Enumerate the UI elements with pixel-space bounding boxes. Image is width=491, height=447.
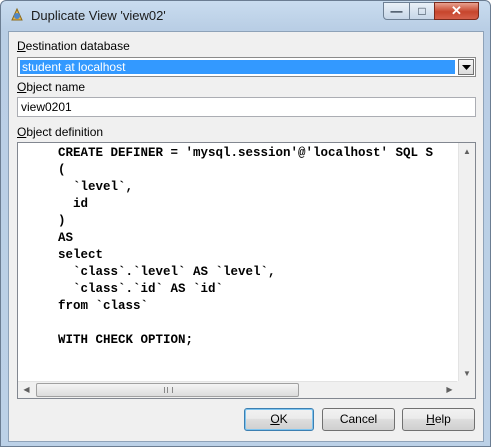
minimize-button[interactable]: — — [383, 2, 410, 20]
scroll-down-icon[interactable]: ▼ — [459, 365, 475, 382]
ok-accel: O — [270, 412, 280, 426]
scroll-right-icon[interactable]: ▶ — [441, 382, 458, 398]
code-line: WITH CHECK OPTION; — [58, 333, 194, 347]
close-icon: ✕ — [451, 3, 462, 18]
maximize-button[interactable]: □ — [409, 2, 435, 20]
code-line: from `class` — [58, 299, 149, 313]
horizontal-scroll-thumb[interactable] — [36, 383, 299, 397]
code-line: id — [58, 197, 89, 211]
code-line: `class`.`level` AS `level`, — [58, 265, 276, 279]
sql-code: CREATE DEFINER = 'mysql.session'@'localh… — [58, 145, 433, 349]
object-name-label: Object name — [17, 80, 85, 94]
object-definition-label-text: bject definition — [26, 125, 104, 139]
destination-database-value: student at localhost — [20, 60, 455, 74]
dialog-window: Duplicate View 'view02' — □ ✕ Destinatio… — [0, 0, 491, 447]
scroll-up-icon[interactable]: ▲ — [459, 143, 475, 160]
code-line: ) — [58, 214, 66, 228]
code-line: `level`, — [58, 180, 134, 194]
vertical-scrollbar[interactable]: ▲ ▼ — [458, 143, 475, 382]
object-definition-editor[interactable]: CREATE DEFINER = 'mysql.session'@'localh… — [17, 142, 476, 399]
object-name-label-text: bject name — [26, 80, 86, 94]
maximize-icon: □ — [418, 4, 426, 18]
dropdown-button[interactable] — [458, 59, 474, 75]
ok-button[interactable]: OK — [244, 408, 314, 431]
object-name-input[interactable]: view0201 — [17, 97, 476, 117]
horizontal-scrollbar[interactable]: ◀ ▶ — [18, 381, 458, 398]
code-line: ( — [58, 163, 66, 177]
object-name-label-accel: O — [17, 80, 27, 94]
title-bar[interactable]: Duplicate View 'view02' — □ ✕ — [1, 1, 490, 31]
help-label: elp — [434, 412, 451, 426]
cancel-button[interactable]: Cancel — [322, 408, 395, 431]
destination-database-label: Destination database — [17, 39, 130, 53]
destination-database-select[interactable]: student at localhost — [17, 57, 476, 77]
destination-label-accel: D — [17, 39, 26, 53]
code-line: `class`.`id` AS `id` — [58, 282, 224, 296]
object-definition-label: Object definition — [17, 125, 103, 139]
chevron-down-icon — [462, 65, 471, 70]
code-line: CREATE DEFINER = 'mysql.session'@'localh… — [58, 146, 434, 160]
scrollbar-corner — [457, 381, 475, 398]
ok-label: K — [279, 412, 288, 426]
object-definition-label-accel: O — [17, 125, 27, 139]
app-icon — [11, 7, 23, 21]
scroll-left-icon[interactable]: ◀ — [18, 382, 35, 398]
close-button[interactable]: ✕ — [434, 2, 479, 20]
help-button[interactable]: Help — [402, 408, 475, 431]
minimize-icon: — — [390, 4, 403, 18]
destination-label-text: estination database — [25, 39, 130, 53]
grip-icon — [164, 387, 173, 393]
code-line: select — [58, 248, 104, 262]
window-title: Duplicate View 'view02' — [31, 8, 166, 23]
code-line: AS — [58, 231, 74, 245]
dialog-body: Destination database student at localhos… — [8, 31, 484, 442]
help-accel: H — [426, 412, 435, 426]
